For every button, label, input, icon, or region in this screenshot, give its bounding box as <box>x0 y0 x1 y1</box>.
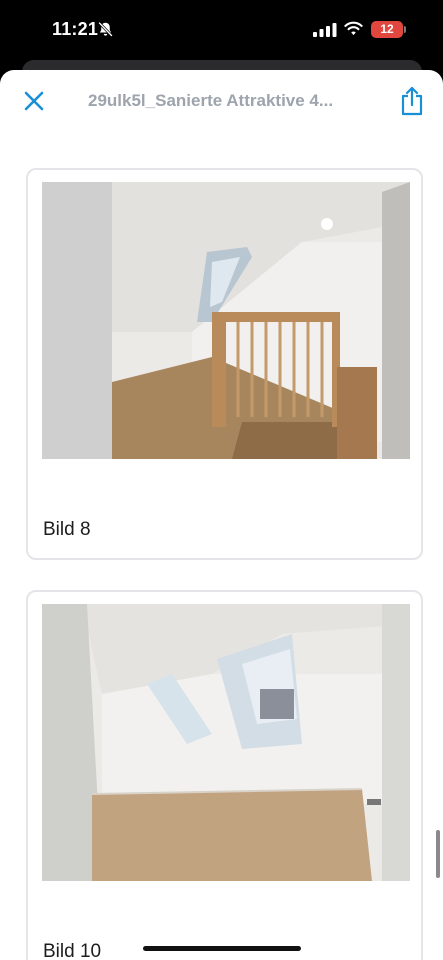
gallery-item[interactable]: Bild 8 <box>26 168 423 560</box>
gallery-image[interactable] <box>42 182 410 459</box>
status-bar: 11:21 12 <box>0 0 443 62</box>
image-caption: Bild 8 <box>43 519 91 540</box>
page-title: 29ulk5l_Sanierte Attraktive 4... <box>88 91 334 110</box>
wifi-icon <box>344 21 363 36</box>
battery-icon: 12 <box>371 21 406 38</box>
share-icon[interactable] <box>399 86 425 116</box>
gallery-item[interactable]: Bild 10 <box>26 590 423 960</box>
close-icon[interactable] <box>22 89 46 113</box>
image-gallery: Bild 8 Bild 10 <box>0 132 443 960</box>
gallery-sheet: 29ulk5l_Sanierte Attraktive 4... Bild 8 … <box>0 70 443 960</box>
image-caption: Bild 10 <box>43 941 102 960</box>
scroll-indicator[interactable] <box>436 830 440 878</box>
status-time: 11:21 <box>52 19 99 39</box>
home-indicator[interactable] <box>143 946 301 951</box>
navigation-bar: 29ulk5l_Sanierte Attraktive 4... <box>0 70 443 132</box>
cellular-signal-icon <box>313 23 337 37</box>
bell-slash-icon <box>98 21 113 37</box>
battery-level: 12 <box>380 22 394 36</box>
gallery-image[interactable] <box>42 604 410 881</box>
